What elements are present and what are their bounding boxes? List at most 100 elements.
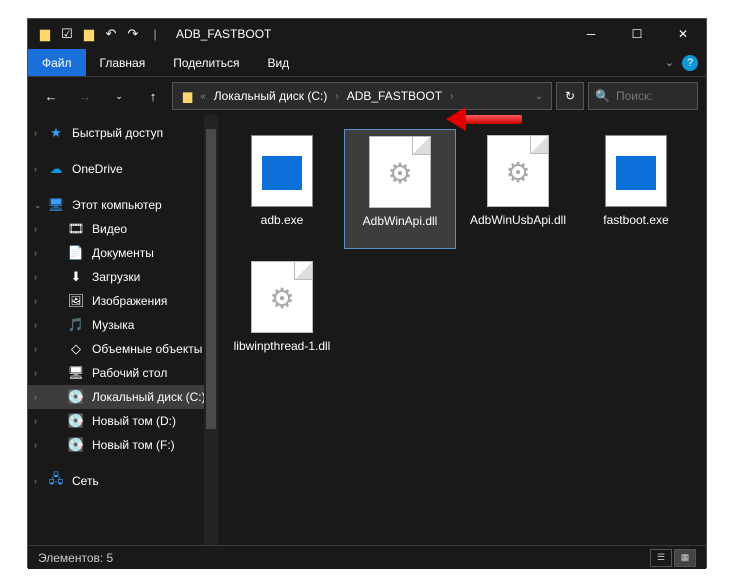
item-icon: ⬇ xyxy=(68,269,84,285)
titlebar[interactable]: ▆ ☑ ▆ ↶ ↷ | ADB_FASTBOOT ─ ☐ ✕ xyxy=(28,19,706,49)
sidebar-item[interactable]: › 🖥 Рабочий стол xyxy=(28,361,218,385)
view-icons-button[interactable]: ▦ xyxy=(674,549,696,567)
exe-icon xyxy=(251,135,313,207)
expand-icon[interactable]: › xyxy=(34,476,37,486)
expand-icon[interactable]: › xyxy=(34,344,37,354)
quick-access-toolbar: ▆ ☑ ▆ ↶ ↷ | xyxy=(28,23,166,45)
file-item[interactable]: ⚙libwinpthread-1.dll xyxy=(226,255,338,375)
sidebar-quick-access[interactable]: › ★ Быстрый доступ xyxy=(28,121,218,145)
item-icon: 📄 xyxy=(68,245,84,261)
sidebar-item[interactable]: › 📄 Документы xyxy=(28,241,218,265)
scrollbar-vertical[interactable] xyxy=(204,115,218,545)
sidebar-item[interactable]: › 🎞 Видео xyxy=(28,217,218,241)
sidebar-item-label: Видео xyxy=(92,222,127,236)
item-icon: 🎞 xyxy=(68,221,84,237)
file-content-area[interactable]: adb.exe ⚙ AdbWinApi.dll ⚙AdbWinUsbApi.dll fa… xyxy=(218,115,706,545)
qat-dropdown-icon[interactable]: | xyxy=(144,23,166,45)
sidebar-item-label: Музыка xyxy=(92,318,134,332)
tab-share[interactable]: Поделиться xyxy=(159,49,253,76)
sidebar-item-label: Сеть xyxy=(72,474,99,488)
item-icon: 💽 xyxy=(68,413,84,429)
expand-icon[interactable]: › xyxy=(34,224,37,234)
redo-icon[interactable]: ↷ xyxy=(122,23,144,45)
dll-icon: ⚙ xyxy=(369,136,431,208)
item-icon: 🖼 xyxy=(68,293,84,309)
window-title: ADB_FASTBOOT xyxy=(176,27,271,41)
expand-icon[interactable]: › xyxy=(34,164,37,174)
sidebar-item-label: Загрузки xyxy=(92,270,140,284)
expand-icon[interactable]: › xyxy=(34,320,37,330)
sidebar-this-pc[interactable]: ⌄ 🖥 Этот компьютер xyxy=(28,193,218,217)
sidebar-item[interactable]: › ◇ Объемные объекты xyxy=(28,337,218,361)
file-item[interactable]: fastboot.exe xyxy=(580,129,692,249)
ribbon-tabs: Файл Главная Поделиться Вид ⌄ ? xyxy=(28,49,706,77)
file-name-label: AdbWinApi.dll xyxy=(359,214,442,228)
new-folder-icon[interactable]: ▆ xyxy=(78,23,100,45)
breadcrumb-folder-icon[interactable]: ▆ xyxy=(177,89,198,103)
tab-view[interactable]: Вид xyxy=(253,49,303,76)
file-name-label: fastboot.exe xyxy=(599,213,672,227)
view-details-button[interactable]: ☰ xyxy=(650,549,672,567)
sidebar-item-label: Быстрый доступ xyxy=(72,126,163,140)
explorer-window: ▆ ☑ ▆ ↶ ↷ | ADB_FASTBOOT ─ ☐ ✕ Файл Глав… xyxy=(27,18,707,568)
sidebar-item-label: Документы xyxy=(92,246,154,260)
tab-home[interactable]: Главная xyxy=(86,49,160,76)
nav-forward-button[interactable]: → xyxy=(70,82,100,110)
nav-recent-dropdown[interactable]: ⌄ xyxy=(104,82,134,110)
help-icon[interactable]: ? xyxy=(682,55,698,71)
sidebar-item-label: Новый том (D:) xyxy=(92,414,176,428)
file-name-label: libwinpthread-1.dll xyxy=(230,339,335,353)
expand-icon[interactable]: › xyxy=(34,368,37,378)
network-icon: 🖧 xyxy=(48,473,64,489)
ribbon-expand-icon[interactable]: ⌄ xyxy=(665,56,674,69)
sidebar-network[interactable]: › 🖧 Сеть xyxy=(28,469,218,493)
tab-file[interactable]: Файл xyxy=(28,49,86,76)
expand-icon[interactable]: › xyxy=(34,128,37,138)
sidebar-item[interactable]: › 💽 Локальный диск (C:) xyxy=(28,385,218,409)
sidebar-item[interactable]: › 💽 Новый том (F:) xyxy=(28,433,218,457)
file-item[interactable]: ⚙ AdbWinApi.dll xyxy=(344,129,456,249)
minimize-button[interactable]: ─ xyxy=(568,19,614,49)
exe-icon xyxy=(605,135,667,207)
breadcrumb-chevron-icon: › xyxy=(448,91,455,102)
scrollbar-thumb[interactable] xyxy=(206,129,216,429)
file-name-label: adb.exe xyxy=(257,213,308,227)
sidebar-item[interactable]: › 🎵 Музыка xyxy=(28,313,218,337)
nav-up-button[interactable]: ↑ xyxy=(138,82,168,110)
item-icon: 🎵 xyxy=(68,317,84,333)
nav-back-button[interactable]: ← xyxy=(36,82,66,110)
breadcrumb-chevron-icon[interactable]: « xyxy=(198,91,208,102)
file-item[interactable]: ⚙AdbWinUsbApi.dll xyxy=(462,129,574,249)
expand-icon[interactable]: › xyxy=(34,272,37,282)
sidebar-item[interactable]: › 🖼 Изображения xyxy=(28,289,218,313)
address-dropdown-icon[interactable]: ⌄ xyxy=(535,91,547,102)
sidebar-item-label: Изображения xyxy=(92,294,167,308)
expand-icon[interactable]: › xyxy=(34,392,37,402)
breadcrumb-segment[interactable]: ADB_FASTBOOT xyxy=(341,89,448,103)
sidebar-onedrive[interactable]: › ☁ OneDrive xyxy=(28,157,218,181)
expand-icon[interactable]: › xyxy=(34,440,37,450)
sidebar-item-label: Локальный диск (C:) xyxy=(92,390,206,404)
main-area: › ★ Быстрый доступ › ☁ OneDrive ⌄ 🖥 Этот… xyxy=(28,115,706,545)
sidebar-item-label: Этот компьютер xyxy=(72,198,162,212)
status-bar: Элементов: 5 ☰ ▦ xyxy=(28,545,706,569)
breadcrumb-segment[interactable]: Локальный диск (C:) xyxy=(208,89,334,103)
sidebar-item[interactable]: › 💽 Новый том (D:) xyxy=(28,409,218,433)
search-input[interactable]: 🔍 Поиск: xyxy=(588,82,698,110)
item-icon: 💽 xyxy=(68,437,84,453)
maximize-button[interactable]: ☐ xyxy=(614,19,660,49)
computer-icon: 🖥 xyxy=(48,197,64,213)
collapse-icon[interactable]: ⌄ xyxy=(34,200,42,211)
close-button[interactable]: ✕ xyxy=(660,19,706,49)
refresh-button[interactable]: ↻ xyxy=(556,82,584,110)
window-controls: ─ ☐ ✕ xyxy=(568,19,706,49)
sidebar-item[interactable]: › ⬇ Загрузки xyxy=(28,265,218,289)
expand-icon[interactable]: › xyxy=(34,248,37,258)
file-item[interactable]: adb.exe xyxy=(226,129,338,249)
expand-icon[interactable]: › xyxy=(34,296,37,306)
expand-icon[interactable]: › xyxy=(34,416,37,426)
undo-icon[interactable]: ↶ xyxy=(100,23,122,45)
address-bar[interactable]: ▆ « Локальный диск (C:) › ADB_FASTBOOT ›… xyxy=(172,82,552,110)
cloud-icon: ☁ xyxy=(48,161,64,177)
properties-icon[interactable]: ☑ xyxy=(56,23,78,45)
